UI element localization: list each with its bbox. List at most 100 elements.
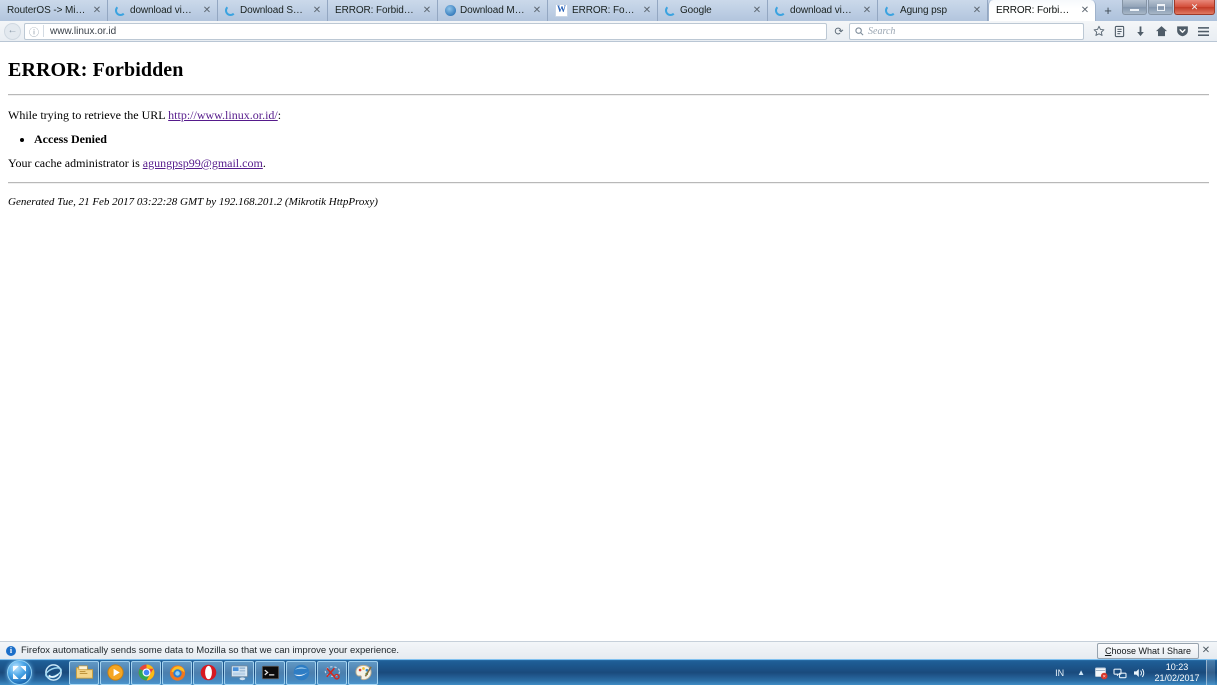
command-prompt-icon — [261, 663, 280, 682]
start-button[interactable] — [0, 660, 38, 685]
admin-prefix: Your cache administrator is — [8, 156, 143, 170]
taskbar-button[interactable] — [348, 660, 378, 685]
taskbar-button[interactable] — [286, 660, 316, 685]
opera-browser-icon — [199, 663, 218, 682]
internet-explorer-icon — [44, 663, 63, 682]
taskbar-button[interactable] — [317, 660, 347, 685]
minimize-icon — [1130, 8, 1139, 11]
url-input[interactable]: www.linux.or.id — [44, 26, 826, 37]
taskbar-button[interactable] — [100, 660, 130, 685]
downloads-arrow-icon[interactable] — [1130, 22, 1151, 41]
maximize-button[interactable] — [1148, 0, 1173, 15]
retrieved-url-link[interactable]: http://www.linux.or.id/ — [168, 108, 278, 122]
clock-date: 21/02/2017 — [1154, 672, 1200, 683]
snipping-tool-icon — [323, 663, 342, 682]
error-list: Access Denied — [8, 132, 1209, 146]
close-window-button[interactable]: ✕ — [1174, 0, 1215, 15]
tab-close-icon[interactable]: ✕ — [421, 5, 433, 16]
system-tray: IN ▲ × 10:23 21/02/2017 — [1048, 660, 1217, 685]
search-bar[interactable]: Search — [849, 22, 1084, 40]
home-icon[interactable] — [1151, 22, 1172, 41]
language-indicator[interactable]: IN — [1055, 668, 1064, 678]
browser-tab[interactable]: ERROR: Forbidden ✕ — [988, 0, 1096, 21]
tab-title: RouterOS -> MikroTik -... — [7, 5, 86, 16]
browser-tab[interactable]: download vidoe mk... ✕ — [108, 0, 218, 21]
minimize-button[interactable] — [1122, 0, 1147, 15]
loading-spinner-icon — [115, 5, 126, 16]
share-button-label: hoose What I Share — [1111, 645, 1191, 656]
tab-title: ERROR: Forbidden — [572, 5, 636, 16]
wikipedia-w-icon: W — [555, 4, 568, 17]
search-input[interactable]: Search — [868, 26, 895, 37]
windows-explorer-icon — [75, 663, 94, 682]
tab-close-icon[interactable]: ✕ — [751, 5, 763, 16]
browser-tab[interactable]: download video mk... ✕ — [768, 0, 878, 21]
tab-title: download video mk... — [790, 5, 856, 16]
clock-time: 10:23 — [1165, 661, 1189, 672]
browser-tab[interactable]: RouterOS -> MikroTik -... ✕ — [0, 0, 108, 21]
tab-strip: RouterOS -> MikroTik -...✕download vidoe… — [0, 0, 1217, 21]
tab-close-icon[interactable]: ✕ — [1079, 5, 1091, 16]
show-desktop-button[interactable] — [1206, 660, 1215, 685]
browser-window: RouterOS -> MikroTik -...✕download vidoe… — [0, 0, 1217, 685]
intro-suffix: : — [277, 108, 282, 122]
url-bar[interactable]: ⓘ www.linux.or.id — [24, 22, 827, 40]
browser-tab[interactable]: Download Sample ... ✕ — [218, 0, 328, 21]
loading-spinner-icon — [225, 5, 236, 16]
media-player-icon — [106, 663, 125, 682]
back-button[interactable]: ← — [3, 22, 22, 41]
windows-taskbar: IN ▲ × 10:23 21/02/2017 — [0, 659, 1217, 685]
browser-tab[interactable]: ERROR: Forbidden ✕ — [328, 0, 438, 21]
hamburger-menu-icon[interactable] — [1193, 22, 1214, 41]
taskbar-button[interactable] — [69, 660, 99, 685]
network-icon[interactable] — [1110, 666, 1129, 680]
tab-close-icon[interactable]: ✕ — [861, 5, 873, 16]
mozilla-firefox-icon — [168, 663, 187, 682]
taskbar-button[interactable] — [162, 660, 192, 685]
flag-alert-icon[interactable]: × — [1091, 666, 1110, 680]
pocket-shield-icon[interactable] — [1172, 22, 1193, 41]
back-arrow-icon: ← — [4, 22, 21, 40]
reload-button[interactable]: ⟳ — [829, 25, 849, 38]
clock[interactable]: 10:23 21/02/2017 — [1148, 662, 1206, 684]
browser-tab[interactable]: Agung psp ✕ — [878, 0, 988, 21]
blue-globe-icon — [445, 5, 456, 16]
browser-tab[interactable]: Google ✕ — [658, 0, 768, 21]
info-icon: i — [6, 645, 16, 656]
window-controls: ✕ — [1121, 0, 1215, 15]
speaker-icon[interactable] — [1129, 666, 1148, 680]
list-item: Access Denied — [34, 132, 1209, 146]
tab-close-icon[interactable]: ✕ — [641, 5, 653, 16]
new-tab-button[interactable]: + — [1096, 0, 1120, 21]
tab-close-icon[interactable]: ✕ — [311, 5, 323, 16]
taskbar-button[interactable] — [224, 660, 254, 685]
taskbar-button[interactable] — [255, 660, 285, 685]
site-identity-icon[interactable]: ⓘ — [25, 24, 43, 39]
google-chrome-icon — [137, 663, 156, 682]
reader-list-icon[interactable] — [1109, 22, 1130, 41]
browser-tab[interactable]: W ERROR: Forbidden ✕ — [548, 0, 658, 21]
admin-suffix: . — [262, 156, 266, 170]
choose-what-i-share-button[interactable]: Choose What I Share — [1096, 642, 1199, 659]
notification-close-icon[interactable]: ✕ — [1199, 645, 1213, 656]
winbox-mikrotik-icon — [230, 663, 249, 682]
tab-title: download vidoe mk... — [130, 5, 196, 16]
bookmark-star-icon[interactable] — [1088, 22, 1109, 41]
windows-start-orb-icon — [6, 660, 32, 685]
tab-close-icon[interactable]: ✕ — [91, 5, 103, 16]
taskbar-button[interactable] — [193, 660, 223, 685]
tab-title: Download Sample ... — [240, 5, 306, 16]
show-hidden-icons-icon[interactable]: ▲ — [1077, 668, 1085, 677]
firefox-data-notification-bar: i Firefox automatically sends some data … — [0, 641, 1217, 659]
loading-spinner-icon — [665, 5, 676, 16]
taskbar-button[interactable] — [131, 660, 161, 685]
admin-email-link[interactable]: agungpsp99@gmail.com — [143, 156, 263, 170]
browser-tab[interactable]: Download Miley Cy... ✕ — [438, 0, 548, 21]
tab-close-icon[interactable]: ✕ — [531, 5, 543, 16]
intro-paragraph: While trying to retrieve the URL http://… — [8, 108, 1209, 122]
intro-prefix: While trying to retrieve the URL — [8, 108, 169, 122]
taskbar-button[interactable] — [38, 661, 68, 685]
loading-spinner-icon — [885, 5, 896, 16]
tab-close-icon[interactable]: ✕ — [971, 5, 983, 16]
tab-close-icon[interactable]: ✕ — [201, 5, 213, 16]
